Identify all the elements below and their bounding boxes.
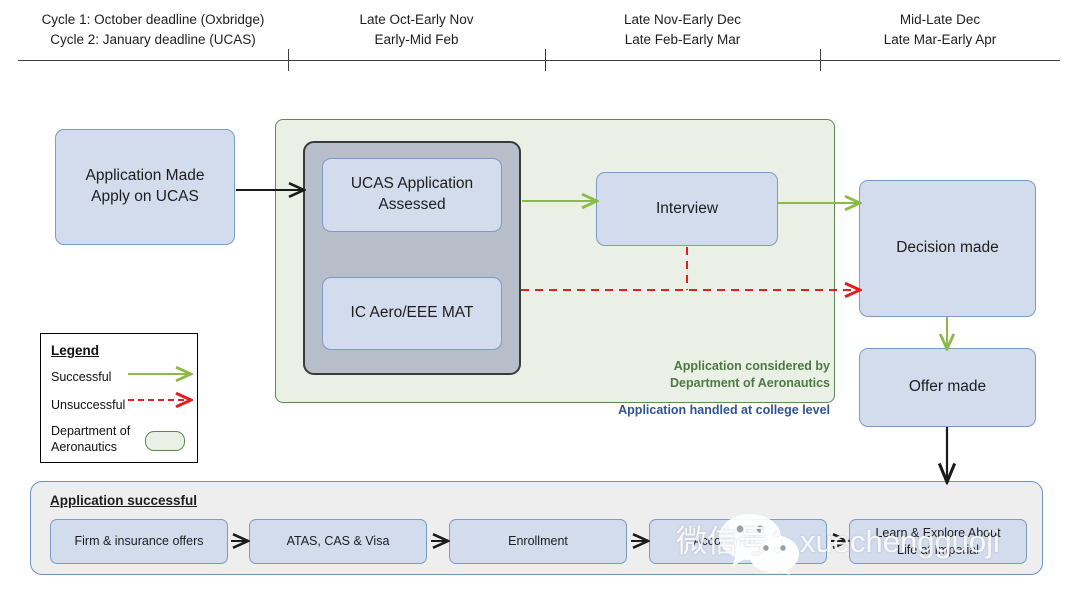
timeline-tick-2 <box>545 49 546 71</box>
node-ic-aero-eee-mat-label: IC Aero/EEE MAT <box>350 304 474 322</box>
node-learn-explore-line1: Learn & Explore About <box>875 525 1001 540</box>
application-successful-title: Application successful <box>50 493 198 508</box>
node-learn-explore-imperial[interactable]: Learn & Explore About Life at Imperial <box>849 519 1027 564</box>
legend-title: Legend <box>51 343 100 358</box>
timeline-label-4: Mid-Late Dec Late Mar-Early Apr <box>820 10 1060 49</box>
legend-label-department: Department of Aeronautics <box>51 424 131 455</box>
node-enrollment-label: Enrollment <box>508 534 568 549</box>
node-decision-made-label: Decision made <box>896 239 999 257</box>
node-application-made-line2: Apply on UCAS <box>91 188 199 205</box>
node-ic-aero-eee-mat[interactable]: IC Aero/EEE MAT <box>322 277 502 350</box>
node-ucas-assessed-line1: UCAS Application <box>350 175 474 193</box>
legend-label-unsuccessful: Unsuccessful <box>51 398 126 412</box>
timeline-label-1-line2: Cycle 2: January deadline (UCAS) <box>50 31 256 47</box>
timeline-label-3-line2: Late Feb-Early Mar <box>624 31 741 47</box>
legend-label-successful: Successful <box>51 370 112 384</box>
timeline-label-1-line1: Cycle 1: October deadline (Oxbridge) <box>41 12 265 27</box>
legend-label-department-line1: Department of <box>51 424 131 438</box>
timeline-label-4-line1: Mid-Late Dec <box>899 12 981 27</box>
caption-department-line2: Department of Aeronautics <box>670 375 830 390</box>
node-interview[interactable]: Interview <box>596 172 778 246</box>
timeline-label-1: Cycle 1: October deadline (Oxbridge) Cyc… <box>18 10 288 49</box>
node-firm-insurance-offers[interactable]: Firm & insurance offers <box>50 519 228 564</box>
node-learn-explore-line2: Life at Imperial <box>897 542 979 557</box>
node-interview-label: Interview <box>655 199 719 217</box>
node-ucas-application-assessed[interactable]: UCAS Application Assessed <box>322 158 502 232</box>
caption-department-line1: Application considered by <box>673 359 830 373</box>
node-decision-made[interactable]: Decision made <box>859 180 1036 317</box>
node-accommodation-label: Accommodation <box>693 534 783 549</box>
legend-swatch-department <box>145 431 185 451</box>
node-atas-cas-visa-label: ATAS, CAS & Visa <box>286 534 390 549</box>
node-offer-made[interactable]: Offer made <box>859 348 1036 427</box>
legend-label-department-line2: Aeronautics <box>51 439 118 454</box>
timeline-tick-3 <box>820 49 821 71</box>
timeline-tick-1 <box>288 49 289 71</box>
timeline-label-2: Late Oct-Early Nov Early-Mid Feb <box>288 10 545 49</box>
timeline-label-3-line1: Late Nov-Early Dec <box>623 12 742 27</box>
caption-college-level: Application handled at college level <box>618 403 830 417</box>
node-atas-cas-visa[interactable]: ATAS, CAS & Visa <box>249 519 427 564</box>
timeline-label-3: Late Nov-Early Dec Late Feb-Early Mar <box>545 10 820 49</box>
node-enrollment[interactable]: Enrollment <box>449 519 627 564</box>
legend-box: Legend Successful Unsuccessful Departmen… <box>40 333 198 463</box>
timeline-label-2-line1: Late Oct-Early Nov <box>359 12 474 27</box>
node-accommodation[interactable]: Accommodation <box>649 519 827 564</box>
node-firm-insurance-offers-label: Firm & insurance offers <box>74 534 204 549</box>
timeline-label-2-line2: Early-Mid Feb <box>374 31 459 47</box>
caption-department-zone: Application considered by Department of … <box>575 358 830 392</box>
flowchart-canvas: Cycle 1: October deadline (Oxbridge) Cyc… <box>0 0 1080 595</box>
node-application-made-line1: Application Made <box>85 167 205 185</box>
node-offer-made-label: Offer made <box>908 378 987 396</box>
timeline-label-4-line2: Late Mar-Early Apr <box>883 31 997 47</box>
node-application-made[interactable]: Application Made Apply on UCAS <box>55 129 235 245</box>
node-ucas-assessed-line2: Assessed <box>378 196 446 213</box>
timeline-axis <box>18 60 1060 61</box>
